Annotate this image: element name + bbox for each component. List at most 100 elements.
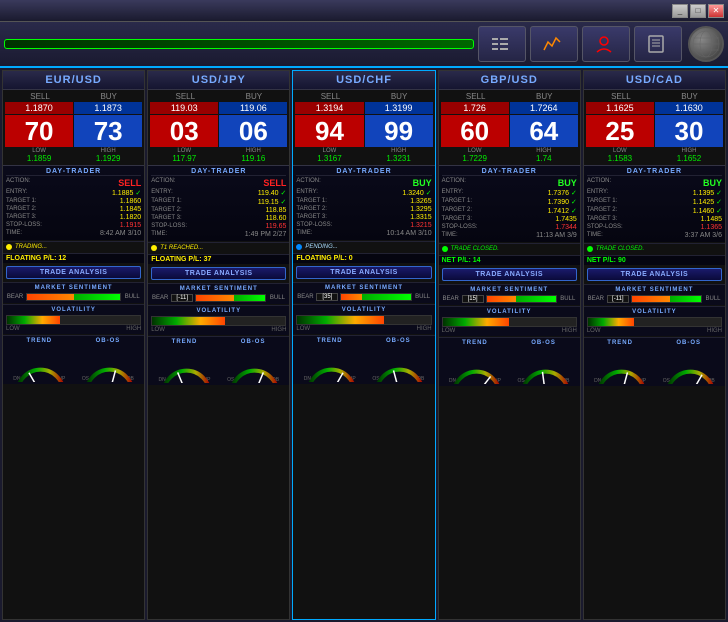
- minimize-button[interactable]: _: [672, 4, 688, 18]
- settings-icon: [489, 33, 511, 55]
- bull-label: BULL: [123, 294, 141, 300]
- sell-buy-labels: SELL BUY: [5, 92, 142, 101]
- close-button[interactable]: ✕: [708, 4, 724, 18]
- dt-t2: 1.7412 ✓: [548, 207, 577, 215]
- settings-button[interactable]: [478, 26, 526, 62]
- volatility-label: VOLATILITY: [296, 307, 431, 313]
- obos-label: OB-OS: [386, 338, 411, 344]
- user-area-button[interactable]: [582, 26, 630, 62]
- trend-label: TREND: [317, 338, 343, 344]
- high-price: 1.3231: [365, 154, 433, 163]
- low-price: 1.1859: [5, 154, 73, 163]
- obos-gauge: [518, 348, 570, 378]
- sentiment-bar: BEAR [-11] BULL: [151, 294, 286, 302]
- dt-time-row: TIME: 11:13 AM 3/9: [442, 232, 577, 239]
- big-price-row: 60 64: [441, 115, 578, 147]
- pl-row-eurusd: FLOATING P/L: 12: [3, 253, 144, 263]
- status-text: TRADING...: [15, 244, 47, 250]
- dt-sl: 1.1915: [120, 222, 141, 229]
- sell-label: SELL: [175, 92, 195, 101]
- dt-t2-row: TARGET 2: 1.1460 ✓: [587, 207, 722, 215]
- trade-analysis-button-gbpusd[interactable]: TRADE ANALYSIS: [442, 268, 577, 281]
- sell-big: 25: [586, 115, 654, 147]
- sell-full-price: 1.3194: [295, 102, 363, 114]
- sentiment-value: [15]: [462, 295, 484, 303]
- buy-full-price: 1.3199: [365, 102, 433, 114]
- dt-sl: 1.3215: [410, 222, 431, 229]
- sentiment-label: MARKET SENTIMENT: [6, 285, 141, 291]
- day-trader-eurusd: DAY-TRADER ACTION: SELL ENTRY: 1.1885 ✓ …: [3, 165, 144, 240]
- pair-header-eurusd: EUR/USD: [3, 71, 144, 90]
- sentiment-track: [195, 294, 266, 302]
- trend-eurusd: TREND DN UP OB-OS: [3, 335, 144, 384]
- trade-analysis-button-usdcad[interactable]: TRADE ANALYSIS: [587, 268, 722, 281]
- top-nav: [0, 22, 728, 68]
- trend-gbpusd: TREND DN UP OB-OS: [439, 337, 580, 386]
- trade-analysis-button-eurusd[interactable]: TRADE ANALYSIS: [6, 266, 141, 279]
- pair-header-gbpusd: GBP/USD: [439, 71, 580, 90]
- sentiment-bar: BEAR [-11] BULL: [587, 295, 722, 303]
- dt-sl-row: STOP-LOSS: 1.1915: [6, 222, 141, 229]
- sentiment-label: MARKET SENTIMENT: [587, 287, 722, 293]
- obos-label: OB-OS: [241, 339, 266, 345]
- maximize-button[interactable]: □: [690, 4, 706, 18]
- sentiment-usdcad: MARKET SENTIMENT BEAR [-11] BULL: [584, 284, 725, 305]
- trade-analysis-button-usdchf[interactable]: TRADE ANALYSIS: [296, 266, 431, 279]
- trend-gauge-container: TREND DN UP: [296, 338, 363, 382]
- sell-big: 03: [150, 115, 218, 147]
- vol-high-label: HIGH: [126, 326, 141, 332]
- sell-label: SELL: [321, 92, 341, 101]
- sell-full-price: 1.1625: [586, 102, 654, 114]
- pl-label: NET P/L:: [587, 257, 616, 264]
- trade-analysis-button-usdjpy[interactable]: TRADE ANALYSIS: [151, 267, 286, 280]
- charts-button[interactable]: [530, 26, 578, 62]
- dt-t2: 1.3295: [410, 206, 431, 213]
- pl-label: FLOATING P/L:: [6, 255, 56, 262]
- status-row-usdcad: TRADE CLOSED.: [584, 243, 725, 254]
- bull-fill: [670, 296, 701, 302]
- buy-big: 64: [510, 115, 578, 147]
- pl-value: 90: [618, 257, 626, 264]
- dt-t1-row: TARGET 1: 1.1860: [6, 198, 141, 205]
- volatility-usdcad: VOLATILITY LOW HIGH: [584, 306, 725, 336]
- big-price-row: 03 06: [150, 115, 287, 147]
- sentiment-value: [-11]: [171, 294, 193, 302]
- vol-low-label: LOW: [6, 326, 20, 332]
- sentiment-label: MARKET SENTIMENT: [151, 286, 286, 292]
- dt-entry-row: ENTRY: 119.40 ✓: [151, 189, 286, 197]
- vol-fill: [588, 318, 635, 326]
- window-controls[interactable]: _ □ ✕: [672, 4, 724, 18]
- sell-full-price: 1.1870: [5, 102, 73, 114]
- sentiment-gbpusd: MARKET SENTIMENT BEAR [15] BULL: [439, 284, 580, 305]
- obos-gauge-container: OB-OS OS OB: [510, 340, 577, 384]
- sell-full-price: 1.726: [441, 102, 509, 114]
- dt-time: 3:37 AM 3/6: [685, 232, 722, 239]
- dt-header: DAY-TRADER: [296, 168, 431, 176]
- sell-big: 94: [295, 115, 363, 147]
- sell-buy-labels: SELL BUY: [586, 92, 723, 101]
- vol-low-label: LOW: [296, 326, 310, 332]
- sell-label: SELL: [611, 92, 631, 101]
- vol-labels: LOW HIGH: [587, 328, 722, 334]
- trend-gauge-container: TREND DN UP: [151, 339, 218, 383]
- trend-gauge: [13, 346, 65, 376]
- buy-label: BUY: [246, 92, 262, 101]
- trend-gauge: [449, 348, 501, 378]
- sentiment-value: [-11]: [607, 295, 629, 303]
- big-price-row: 70 73: [5, 115, 142, 147]
- pl-row-usdcad: NET P/L: 90: [584, 255, 725, 265]
- volatility-usdjpy: VOLATILITY LOW HIGH: [148, 305, 289, 335]
- vol-fill: [443, 318, 510, 326]
- status-text: PENDING...: [305, 244, 337, 250]
- bull-fill: [74, 294, 121, 300]
- status-text: T1 REACHED...: [160, 245, 203, 251]
- buy-full-price: 119.06: [219, 102, 287, 114]
- market-briefing-button[interactable]: [634, 26, 682, 62]
- pl-label: NET P/L:: [442, 257, 471, 264]
- trend-usdjpy: TREND DN UP OB-OS: [148, 336, 289, 385]
- dt-t3-row: TARGET 3: 1.3315: [296, 214, 431, 221]
- trend-gauge: [159, 347, 211, 377]
- currency-col-usdcad: USD/CAD SELL BUY 1.1625 1.1630 25 30 LOW…: [583, 70, 726, 620]
- buy-big: 06: [219, 115, 287, 147]
- vol-high-label: HIGH: [562, 328, 577, 334]
